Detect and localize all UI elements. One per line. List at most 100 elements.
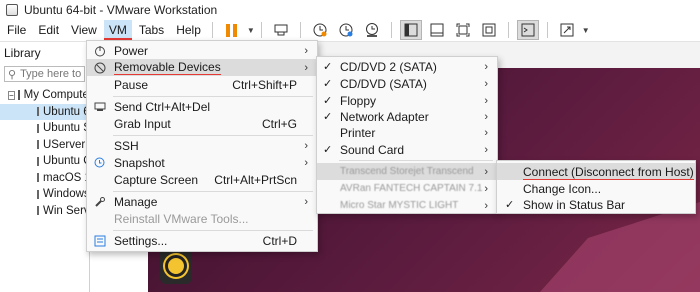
toolbar-separator bbox=[390, 22, 392, 38]
menu-item-capture-screen[interactable]: Capture Screen Ctrl+Alt+PrtScn bbox=[87, 171, 317, 188]
toolbar-separator bbox=[299, 22, 301, 38]
title-bar: Ubuntu 64-bit - VMware Workstation bbox=[0, 0, 700, 19]
snapshot-manager-icon bbox=[365, 23, 378, 37]
tree-item-vm[interactable]: Win Serv bbox=[0, 203, 89, 220]
vm-icon bbox=[37, 156, 39, 166]
collapse-icon[interactable]: − bbox=[8, 90, 15, 100]
device-network-adapter[interactable]: ✓ Network Adapter › bbox=[317, 108, 497, 125]
chevron-right-icon: › bbox=[304, 156, 308, 169]
chevron-right-icon: › bbox=[484, 60, 488, 73]
device-usb-fantech[interactable]: AVRan FANTECH CAPTAIN 7.1 › bbox=[317, 180, 497, 197]
device-cd-dvd[interactable]: ✓ CD/DVD (SATA) › bbox=[317, 75, 497, 92]
tree-item-vm[interactable]: Ubuntu 64-bit bbox=[0, 103, 89, 120]
menu-item-manage[interactable]: Manage › bbox=[87, 193, 317, 210]
toolbar-separator bbox=[546, 22, 548, 38]
menu-item-connect[interactable]: Connect (Disconnect from Host) bbox=[497, 163, 695, 180]
snapshot-icon bbox=[313, 23, 327, 37]
stretch-dropdown-icon[interactable]: ▼ bbox=[582, 26, 590, 35]
menu-file[interactable]: File bbox=[2, 20, 31, 40]
device-cd-dvd-2[interactable]: ✓ CD/DVD 2 (SATA) › bbox=[317, 58, 497, 75]
device-usb-transcend[interactable]: Transcend Storejet Transcend › bbox=[317, 163, 497, 180]
removable-devices-icon bbox=[94, 62, 106, 74]
connect-label: Connect (Disconnect from Host) bbox=[523, 164, 694, 180]
checkmark-icon: ✓ bbox=[323, 61, 333, 73]
library-search-input[interactable]: ⚲ Type here to search bbox=[4, 66, 85, 82]
revert-snapshot-button[interactable] bbox=[335, 20, 357, 40]
tree-item-vm[interactable]: Windows bbox=[0, 186, 89, 203]
menu-separator bbox=[113, 230, 313, 231]
terminal-button[interactable] bbox=[516, 20, 539, 40]
toolbar-separator bbox=[260, 22, 262, 38]
search-placeholder: Type here to search bbox=[20, 68, 84, 80]
toolbar-separator bbox=[507, 22, 509, 38]
unity-button[interactable] bbox=[478, 20, 500, 40]
chevron-right-icon: › bbox=[304, 195, 308, 208]
menu-item-change-icon[interactable]: Change Icon... bbox=[497, 180, 695, 197]
chevron-right-icon: › bbox=[304, 139, 308, 152]
checkmark-icon: ✓ bbox=[505, 199, 515, 211]
tree-item-vm[interactable]: Ubuntu C bbox=[0, 153, 89, 170]
menu-item-grab-input[interactable]: Grab Input Ctrl+G bbox=[87, 115, 317, 132]
vm-icon bbox=[37, 206, 39, 216]
wrench-icon bbox=[94, 196, 106, 208]
snapshot-manager-button[interactable] bbox=[361, 20, 383, 40]
device-sound-card[interactable]: ✓ Sound Card › bbox=[317, 141, 497, 158]
console-view-button[interactable] bbox=[426, 20, 448, 40]
menu-item-power[interactable]: Power › bbox=[87, 42, 317, 59]
settings-icon bbox=[94, 235, 106, 247]
vm-icon bbox=[37, 123, 39, 133]
vm-icon bbox=[37, 107, 39, 117]
menu-view[interactable]: View bbox=[66, 20, 102, 40]
menu-item-pause[interactable]: Pause Ctrl+Shift+P bbox=[87, 76, 317, 93]
checkmark-icon: ✓ bbox=[323, 78, 333, 90]
chevron-right-icon: › bbox=[484, 110, 488, 123]
console-view-icon bbox=[430, 23, 444, 37]
menu-item-send-ctrl-alt-del[interactable]: Send Ctrl+Alt+Del bbox=[87, 98, 317, 115]
menu-separator bbox=[113, 96, 313, 97]
computer-icon bbox=[17, 90, 20, 101]
tree-item-my-computer[interactable]: − My Computer bbox=[0, 87, 89, 104]
menu-item-show-in-status-bar[interactable]: ✓ Show in Status Bar bbox=[497, 196, 695, 213]
checkmark-icon: ✓ bbox=[323, 111, 333, 123]
show-library-button[interactable] bbox=[399, 20, 422, 40]
menu-item-settings[interactable]: Settings... Ctrl+D bbox=[87, 232, 317, 249]
fullscreen-icon bbox=[456, 23, 470, 37]
menu-tabs[interactable]: Tabs bbox=[134, 20, 169, 40]
take-snapshot-button[interactable] bbox=[309, 20, 331, 40]
menu-item-removable-devices[interactable]: Removable Devices › bbox=[87, 59, 317, 76]
stretch-icon bbox=[560, 23, 574, 37]
rhythmbox-dock-icon[interactable] bbox=[160, 248, 192, 284]
vm-menu: Power › Removable Devices › Pause Ctrl+S… bbox=[86, 40, 318, 252]
power-icon bbox=[94, 45, 106, 57]
device-printer[interactable]: Printer › bbox=[317, 124, 497, 141]
chevron-right-icon: › bbox=[484, 182, 488, 195]
library-title: Library bbox=[4, 46, 41, 60]
tree-item-vm[interactable]: macOS 1 bbox=[0, 170, 89, 187]
vm-icon bbox=[37, 140, 39, 150]
library-panel: Library ⚲ Type here to search − My Compu… bbox=[0, 42, 90, 292]
wallpaper-shape bbox=[540, 202, 700, 292]
tree-item-vm[interactable]: UServer L bbox=[0, 137, 89, 154]
chevron-right-icon: › bbox=[304, 61, 308, 74]
device-usb-mystic-light[interactable]: Micro Star MYSTIC LIGHT › bbox=[317, 197, 497, 214]
menu-item-snapshot[interactable]: Snapshot › bbox=[87, 154, 317, 171]
chevron-right-icon: › bbox=[484, 143, 488, 156]
fullscreen-button[interactable] bbox=[452, 20, 474, 40]
device-floppy[interactable]: ✓ Floppy › bbox=[317, 92, 497, 109]
pause-dropdown-icon[interactable]: ▼ bbox=[247, 26, 255, 35]
pause-button[interactable] bbox=[221, 20, 243, 40]
tree-item-vm[interactable]: Ubuntu S bbox=[0, 120, 89, 137]
menu-vm[interactable]: VM bbox=[103, 20, 132, 40]
menu-help[interactable]: Help bbox=[171, 20, 206, 40]
stretch-button[interactable] bbox=[556, 20, 578, 40]
chevron-right-icon: › bbox=[484, 199, 488, 212]
send-ctrl-alt-del-button[interactable] bbox=[270, 20, 292, 40]
send-keys-icon bbox=[274, 24, 288, 36]
keyboard-icon bbox=[94, 101, 106, 113]
toolbar-separator bbox=[211, 22, 213, 38]
menu-separator bbox=[113, 135, 313, 136]
pause-icon bbox=[226, 23, 238, 37]
menu-item-ssh[interactable]: SSH › bbox=[87, 137, 317, 154]
menu-edit[interactable]: Edit bbox=[33, 20, 64, 40]
usb-device-menu: Connect (Disconnect from Host) Change Ic… bbox=[496, 160, 696, 214]
